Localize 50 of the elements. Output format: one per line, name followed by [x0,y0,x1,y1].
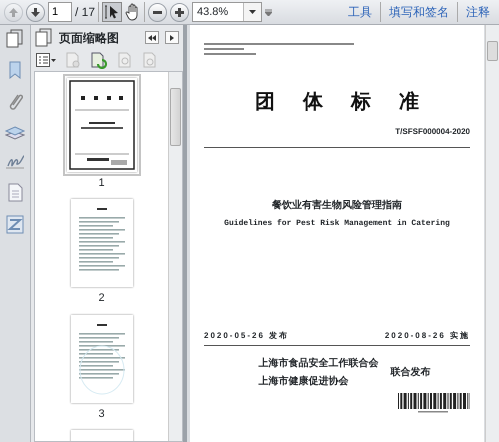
pages-icon [35,28,53,48]
scrollbar-thumb[interactable] [487,41,498,62]
barcode-drawing [398,393,470,414]
zoom-field[interactable]: 43.8% [192,2,262,22]
publisher-name: 上海市健康促进协会 [258,374,350,390]
publish-date: 2020-05-26 发布 [204,330,290,342]
menu-button[interactable]: 注释 [461,3,495,22]
paperclip-icon[interactable] [7,92,23,112]
document-title: 餐饮业有害生物风险管理指南 [271,198,403,214]
scrollbar[interactable] [168,72,182,441]
double-left-arrow-icon [148,35,156,42]
document-icon[interactable] [8,183,22,202]
page-number-field[interactable]: 1 [48,2,72,22]
plus-icon [174,6,186,18]
joint-release-label: 联合发布 [390,366,430,380]
panel-title: 页面缩略图 [59,30,120,47]
scrollbar[interactable] [485,25,499,442]
layers-icon[interactable] [5,125,25,142]
page-count: / 17 [75,4,96,22]
standard-number: T/SFSF000004-2020 [394,126,470,138]
page-rotate-icon[interactable] [90,52,108,69]
page-thumbnail[interactable] [66,78,136,172]
pages-icon[interactable] [6,29,24,48]
collapse-panel-button[interactable] [145,31,159,44]
compare-icon[interactable] [6,215,24,234]
page-thumbnail[interactable] [70,199,132,288]
next-page-button[interactable] [26,2,45,22]
page-number-label: 3 [97,406,106,422]
document-heading: 团体标准 [254,88,448,116]
up-arrow-icon [8,6,19,18]
page-number-label: 1 [97,176,106,191]
select-tool-icon[interactable] [102,2,122,22]
effective-date: 2020-08-26 实施 [384,330,470,342]
bookmark-icon[interactable] [8,61,22,80]
publisher-name: 上海市食品安全工作联合会 [258,356,378,372]
signature-icon[interactable] [5,154,25,170]
more-tools-icon[interactable] [265,8,272,16]
menu-button[interactable]: 填写和签名 [384,3,454,22]
menu-button[interactable]: 工具 [343,3,377,22]
caret-icon[interactable] [249,10,256,14]
right-arrow-icon [170,35,174,42]
expand-panel-button[interactable] [165,31,179,44]
page-thumbnail[interactable] [70,314,132,403]
page-number-label: 2 [97,291,106,306]
document-subtitle: Guidelines for Pest Risk Management in Catering [223,218,451,230]
options-icon[interactable] [36,53,56,68]
zoom-in-button[interactable] [170,2,190,22]
zoom-out-button[interactable] [148,2,168,22]
down-arrow-icon [30,6,41,18]
scrollbar-thumb[interactable] [170,88,181,146]
